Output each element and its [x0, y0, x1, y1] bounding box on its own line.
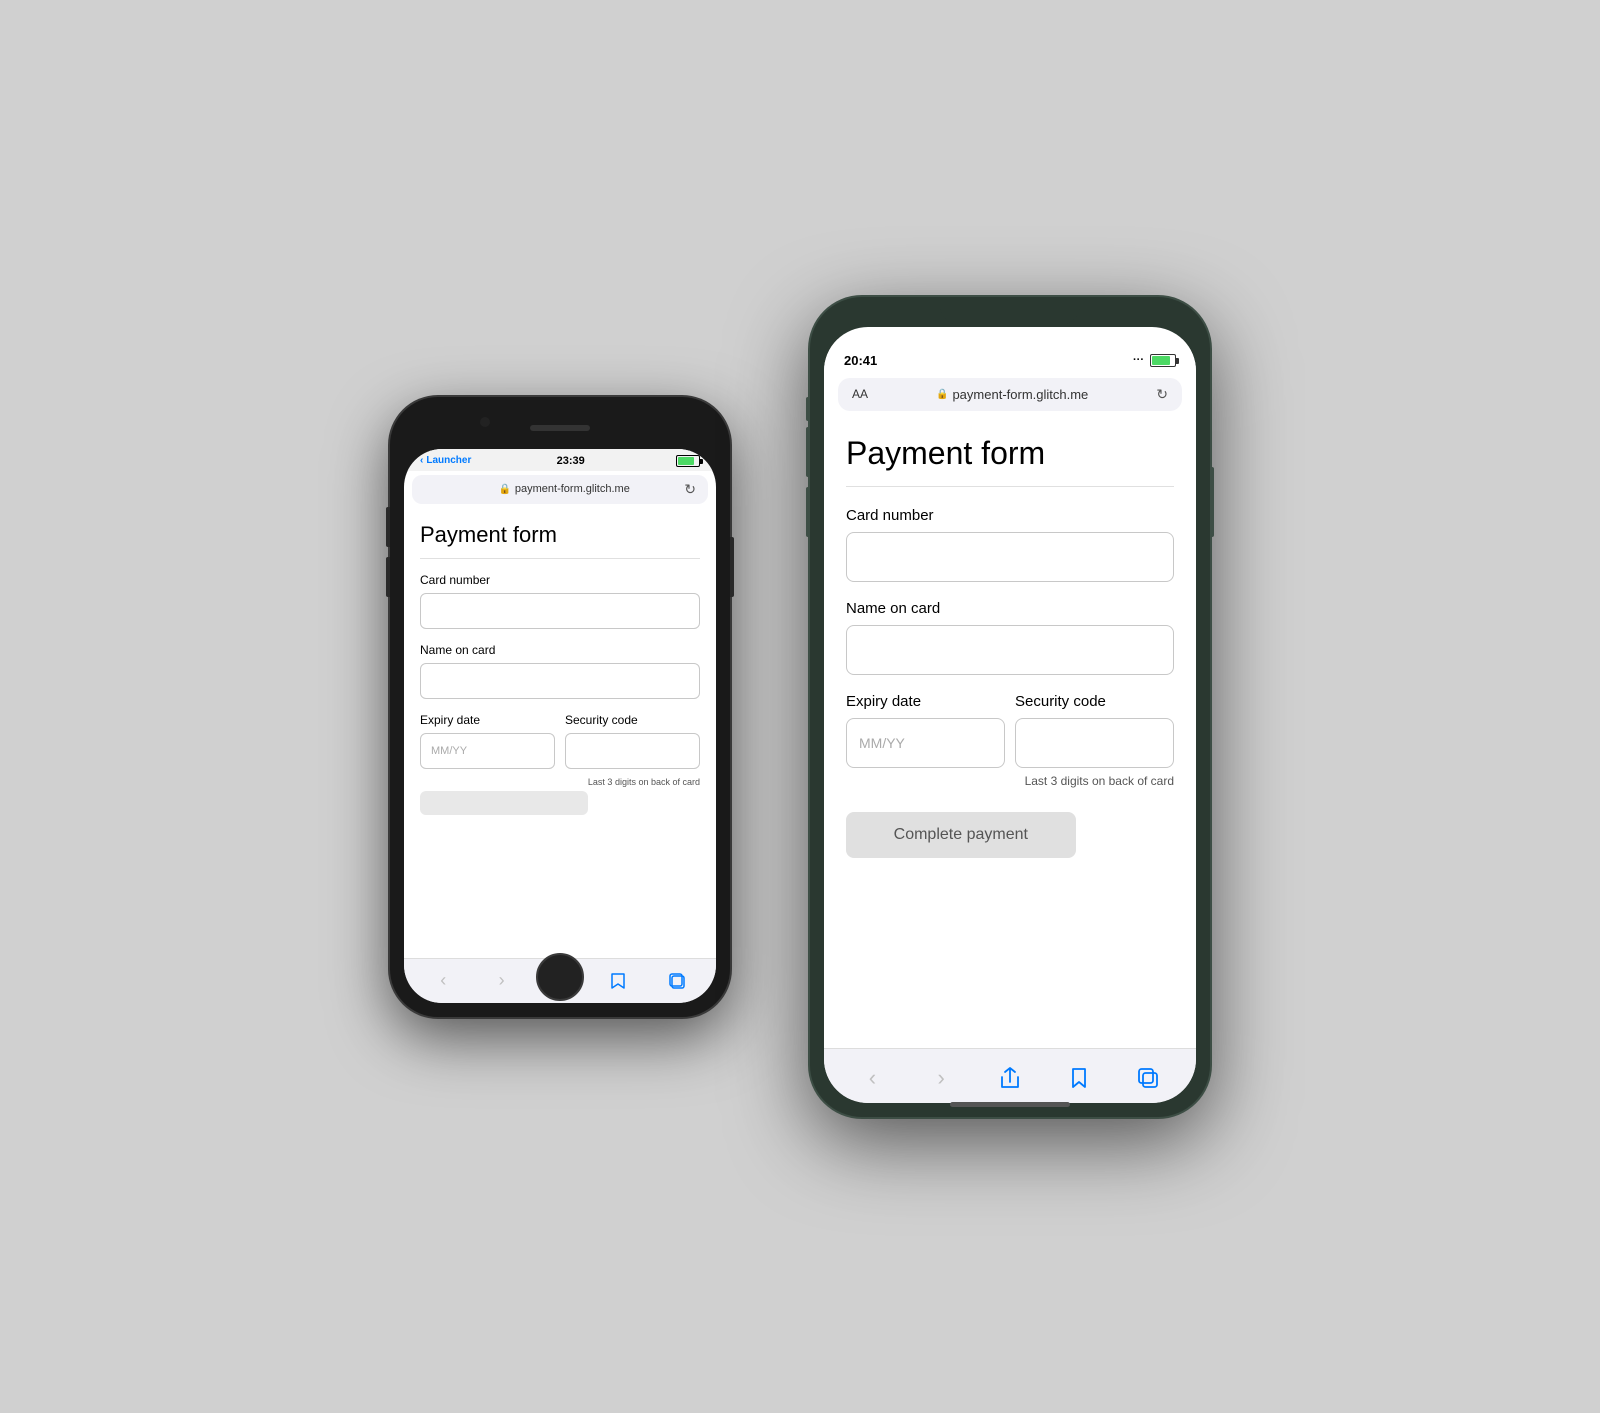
card-number-group-small: Card number [420, 573, 700, 643]
volume-down-large [806, 487, 810, 537]
expiry-input-small[interactable]: MM/YY [420, 733, 555, 769]
expiry-input-large[interactable]: MM/YY [846, 718, 1005, 768]
security-hint-large: Last 3 digits on back of card [1015, 774, 1174, 788]
screen-large: 20:41 ··· AA 🔒 payment-form.glitch.me ↻ … [824, 327, 1196, 1103]
mute-large [806, 397, 810, 421]
url-area-large: 🔒 payment-form.glitch.me [936, 387, 1088, 402]
back-nav-large[interactable]: ‹ [850, 1061, 894, 1095]
side-button [730, 537, 734, 597]
battery-icon-small [676, 455, 700, 467]
battery-small [670, 455, 700, 467]
card-number-label-large: Card number [846, 507, 1174, 524]
signal-dots-large: ··· [1133, 354, 1144, 366]
aa-text[interactable]: AA [852, 387, 868, 401]
name-on-card-group-small: Name on card [420, 643, 700, 713]
iphone-large: 20:41 ··· AA 🔒 payment-form.glitch.me ↻ … [810, 297, 1210, 1117]
complete-btn-wrapper: Complete payment [846, 804, 1174, 858]
name-on-card-input-large[interactable] [846, 625, 1174, 675]
address-bar-large[interactable]: AA 🔒 payment-form.glitch.me ↻ [838, 378, 1182, 411]
security-col-small: Security code Last 3 digits on back of c… [565, 713, 700, 787]
volume-up-large [806, 427, 810, 477]
expiry-label-large: Expiry date [846, 693, 1005, 710]
expiry-col-large: Expiry date MM/YY [846, 693, 1005, 788]
notch [940, 297, 1080, 325]
url-text-large: payment-form.glitch.me [952, 387, 1088, 402]
security-input-small[interactable] [565, 733, 700, 769]
name-on-card-input-small[interactable] [420, 663, 700, 699]
expiry-placeholder-large: MM/YY [859, 735, 905, 751]
safari-bottom-large: ‹ › [824, 1048, 1196, 1103]
forward-nav-large[interactable]: › [919, 1061, 963, 1095]
expiry-col-small: Expiry date MM/YY [420, 713, 555, 787]
lock-icon-small: 🔒 [498, 484, 510, 495]
expiry-label-small: Expiry date [420, 713, 555, 727]
complete-payment-button[interactable]: Complete payment [846, 812, 1076, 858]
tabs-nav-small[interactable] [659, 967, 695, 995]
web-content-small: Payment form Card number Name on card Ex… [404, 508, 716, 958]
url-text-small: payment-form.glitch.me [515, 483, 630, 495]
expiry-security-row-large: Expiry date MM/YY Security code Last 3 d… [846, 693, 1174, 788]
security-input-large[interactable] [1015, 718, 1174, 768]
card-number-input-small[interactable] [420, 593, 700, 629]
tabs-nav-large[interactable] [1126, 1061, 1170, 1095]
back-arrow-icon: ‹ [420, 455, 423, 466]
forward-nav-small[interactable]: › [484, 967, 520, 995]
screen-small: ‹ Launcher 23:39 🔒 payment-form.glitch.m… [404, 449, 716, 1003]
name-on-card-label-small: Name on card [420, 643, 700, 657]
speaker [530, 425, 590, 431]
home-indicator-large [950, 1102, 1070, 1107]
front-camera [480, 417, 490, 427]
status-icons-large: ··· [1133, 354, 1176, 367]
launcher-label: ‹ Launcher [420, 455, 471, 466]
page-title-small: Payment form [420, 522, 700, 559]
security-label-large: Security code [1015, 693, 1174, 710]
expiry-security-row-small: Expiry date MM/YY Security code Last 3 d… [420, 713, 700, 787]
volume-up [386, 507, 390, 547]
partial-complete-btn-small[interactable] [420, 791, 588, 815]
side-button-large [1210, 467, 1214, 537]
home-button-small[interactable] [536, 953, 584, 1001]
back-nav-small[interactable]: ‹ [425, 967, 461, 995]
page-title-large: Payment form [846, 435, 1174, 487]
time-large: 20:41 [844, 353, 877, 368]
status-bar-small: ‹ Launcher 23:39 [404, 449, 716, 471]
share-nav-large[interactable] [988, 1061, 1032, 1095]
bookmarks-nav-large[interactable] [1057, 1061, 1101, 1095]
security-label-small: Security code [565, 713, 700, 727]
status-bar-large: 20:41 ··· [824, 339, 1196, 374]
iphone-small: ‹ Launcher 23:39 🔒 payment-form.glitch.m… [390, 397, 730, 1017]
name-on-card-group-large: Name on card [846, 600, 1174, 693]
bookmarks-nav-small[interactable] [600, 967, 636, 995]
security-col-large: Security code Last 3 digits on back of c… [1015, 693, 1174, 788]
refresh-icon-large[interactable]: ↻ [1156, 386, 1168, 403]
expiry-placeholder-small: MM/YY [431, 745, 467, 757]
card-number-label-small: Card number [420, 573, 700, 587]
address-bar-small[interactable]: 🔒 payment-form.glitch.me ↻ [412, 475, 708, 504]
time-small: 23:39 [557, 455, 585, 467]
security-hint-small: Last 3 digits on back of card [565, 777, 700, 787]
lock-icon-large: 🔒 [936, 389, 948, 400]
refresh-icon-small[interactable]: ↻ [684, 481, 696, 498]
battery-icon-large [1150, 354, 1176, 367]
web-content-large: Payment form Card number Name on card Ex… [824, 415, 1196, 1048]
name-on-card-label-large: Name on card [846, 600, 1174, 617]
volume-down [386, 557, 390, 597]
card-number-group-large: Card number [846, 507, 1174, 600]
url-area-small: 🔒 payment-form.glitch.me [498, 483, 629, 495]
card-number-input-large[interactable] [846, 532, 1174, 582]
